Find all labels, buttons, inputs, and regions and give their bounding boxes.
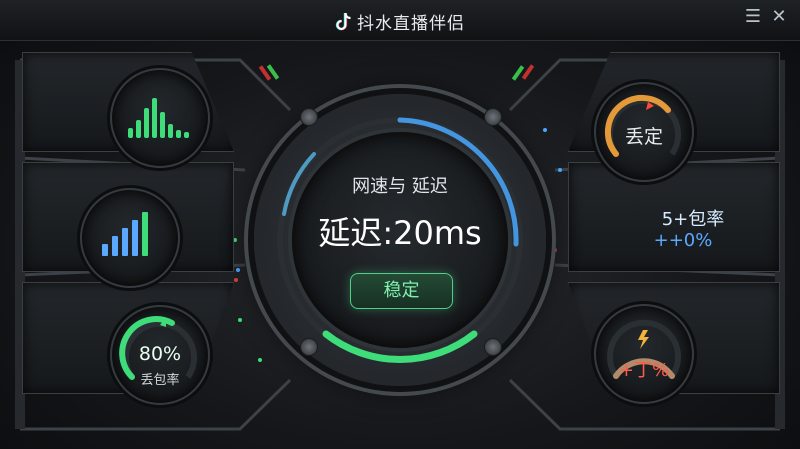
signal-strength-widget[interactable] [80,188,180,288]
stable-status-button[interactable]: 稳定 [350,273,453,309]
close-button[interactable]: ✕ [768,6,790,28]
stability-label: 丢定 [624,126,663,148]
center-heading: 网速与 延迟 [352,176,448,197]
left-gauge-value: 80% [138,343,182,365]
lightning-icon [638,330,649,349]
tiktok-logo-icon [335,12,351,31]
packet-loss-gauge-left[interactable]: 80% 丢包率 [110,305,210,405]
power-value: +丁% [618,360,670,381]
left-gauge-label: 丢包率 [140,373,180,388]
audio-level-widget[interactable] [110,68,210,168]
app-title-text: 抖水直播伴侣 [357,14,465,34]
latency-readout: 延迟:20ms [318,214,482,252]
bolt-bottom-right [484,338,502,356]
gauge-arc-right-bottom [607,319,681,379]
bolt-top-right [484,108,502,126]
menu-button[interactable]: ☰ [742,6,764,28]
title-bar: 抖水直播伴侣 ☰ ✕ [0,0,800,41]
signal-bars-icon [102,212,148,256]
packet-rate-line2: ++0% [653,230,713,251]
window-title: 抖水直播伴侣 [0,9,800,34]
app-window: 抖水直播伴侣 ☰ ✕ 80% 丢包率 丢定 5+包率 ++0% +丁% 网速与 … [0,0,800,449]
packet-rate-line1: 5+包率 [661,209,725,230]
bolt-top-left [300,108,318,126]
bolt-bottom-left [300,338,318,356]
power-gauge[interactable]: +丁% [594,304,694,404]
stability-gauge[interactable]: 丢定 [594,82,694,182]
audio-wave-icon [128,98,189,138]
